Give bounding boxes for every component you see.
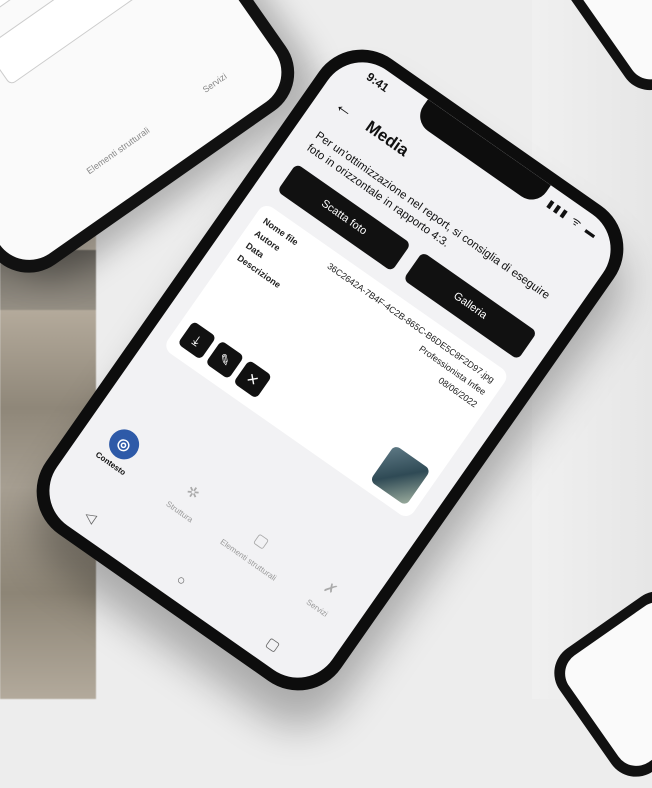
tab-elementi-strutturali[interactable]: ▢ Elementi strutturali bbox=[217, 508, 299, 583]
back-triangle-icon[interactable]: ◁ bbox=[81, 507, 100, 527]
left-phone-tabbar: Elementi strutturali Servizi bbox=[57, 52, 256, 196]
home-circle-icon[interactable]: ○ bbox=[173, 571, 190, 590]
recents-square-icon[interactable]: ▢ bbox=[263, 634, 283, 656]
status-icons: ▮▮▮ ᯤ ▬ bbox=[544, 197, 601, 242]
back-arrow-icon[interactable]: ← bbox=[330, 93, 359, 123]
tab-servizi[interactable]: ✗ Servizi bbox=[286, 557, 368, 632]
left-tab-servizi[interactable]: Servizi bbox=[201, 71, 229, 95]
delete-icon[interactable]: ✕ bbox=[233, 359, 273, 399]
photo-thumbnail[interactable] bbox=[369, 444, 431, 507]
media-actions-icons: ⤓ ✎ ✕ bbox=[177, 320, 273, 399]
tab-struttura[interactable]: ✲ Struttura bbox=[148, 460, 230, 535]
left-tab-elementi[interactable]: Elementi strutturali bbox=[85, 125, 152, 176]
status-time: 9:41 bbox=[363, 69, 392, 95]
tab-contesto[interactable]: ◎ Contesto bbox=[79, 412, 161, 487]
select-field[interactable] bbox=[0, 0, 160, 86]
page-title: Media bbox=[362, 116, 413, 160]
